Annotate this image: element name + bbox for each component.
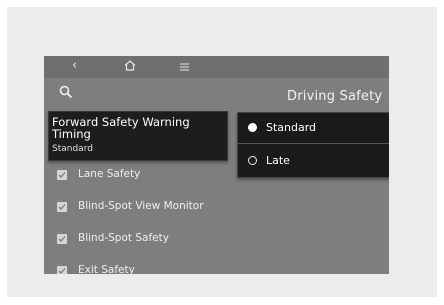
radio-unselected[interactable] [248, 156, 257, 165]
search-icon[interactable] [59, 84, 73, 99]
list-item-label: Blind-Spot View Monitor [78, 200, 204, 212]
menu-item-forward-safety-warning-timing[interactable]: Forward Safety Warning Timing Standard [48, 111, 228, 161]
menu-item-title: Forward Safety Warning Timing [52, 115, 190, 141]
figure-panel: ‹ Driving Safety Forward Safety Warning … [7, 7, 437, 297]
checkbox[interactable] [57, 234, 67, 244]
list-item-label: Blind-Spot Safety [78, 232, 169, 244]
list-item-label: Lane Safety [78, 168, 141, 180]
menu-icon[interactable] [180, 61, 189, 75]
section-title: Driving Safety [287, 89, 383, 104]
timing-options-popup: Standard Late [237, 112, 389, 178]
list-item-label: Exit Safety [78, 264, 135, 274]
radio-selected[interactable] [248, 123, 257, 132]
checkbox[interactable] [57, 202, 67, 212]
checkbox[interactable] [57, 170, 67, 180]
infotainment-screen: ‹ Driving Safety Forward Safety Warning … [44, 56, 389, 274]
top-bar: ‹ [44, 56, 389, 78]
home-icon[interactable] [124, 60, 136, 75]
option-late[interactable]: Late [238, 146, 389, 176]
divider [238, 143, 389, 144]
checkbox[interactable] [57, 266, 67, 274]
option-standard[interactable]: Standard [238, 113, 389, 143]
chevron-left-icon[interactable]: ‹ [72, 59, 77, 73]
option-label: Standard [266, 121, 317, 134]
option-label: Late [266, 154, 290, 167]
menu-item-value: Standard [52, 144, 93, 154]
